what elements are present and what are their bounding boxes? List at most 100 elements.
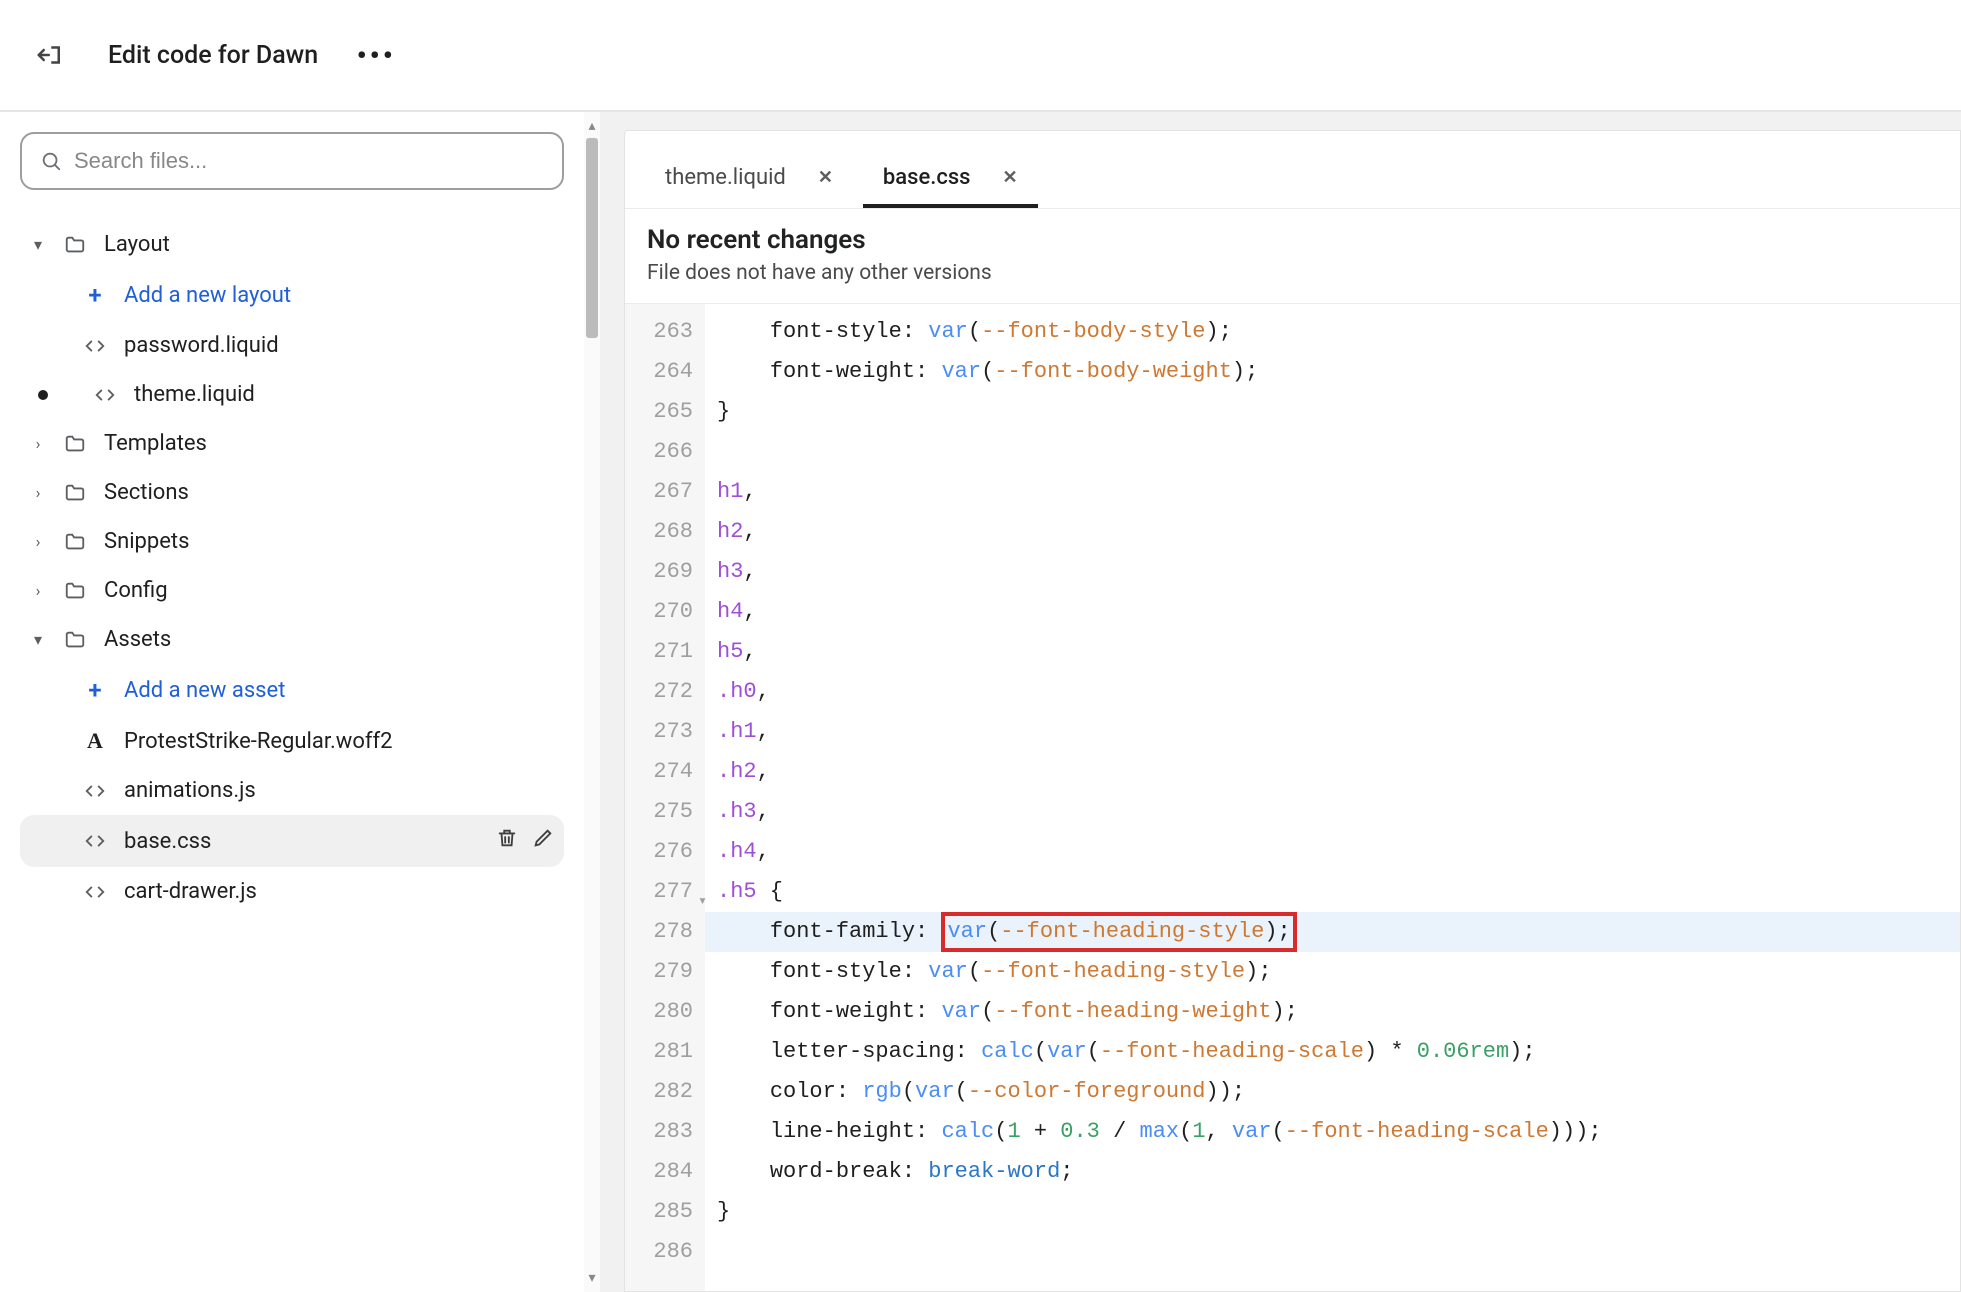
folder-icon xyxy=(62,580,88,602)
folder-icon xyxy=(62,482,88,504)
folder-snippets[interactable]: › Snippets xyxy=(20,517,564,566)
code-file-icon xyxy=(82,830,108,852)
sidebar-scrollbar[interactable]: ▴ ▾ xyxy=(584,112,600,1292)
folder-config[interactable]: › Config xyxy=(20,566,564,615)
file-tree-sidebar[interactable]: ▾ Layout + Add a new layout pa xyxy=(0,112,584,1292)
code-line[interactable]: h3, xyxy=(705,552,1960,592)
code-line[interactable]: .h2, xyxy=(705,752,1960,792)
line-number: 283 xyxy=(625,1112,705,1152)
code-line[interactable]: font-style: var(--font-heading-style); xyxy=(705,952,1960,992)
line-number: 266 xyxy=(625,432,705,472)
code-line[interactable]: .h1, xyxy=(705,712,1960,752)
code-content[interactable]: font-style: var(--font-body-style); font… xyxy=(705,304,1960,1291)
code-line[interactable]: font-weight: var(--font-heading-weight); xyxy=(705,992,1960,1032)
add-layout-button[interactable]: + Add a new layout xyxy=(20,269,564,321)
close-tab-button[interactable]: ✕ xyxy=(818,167,833,188)
code-line[interactable]: line-height: calc(1 + 0.3 / max(1, var(-… xyxy=(705,1112,1960,1152)
code-line[interactable]: .h5 { xyxy=(705,872,1960,912)
plus-icon: + xyxy=(82,281,108,309)
code-line[interactable]: word-break: break-word; xyxy=(705,1152,1960,1192)
tab-theme-liquid[interactable]: theme.liquid ✕ xyxy=(645,151,853,208)
line-number: 263 xyxy=(625,312,705,352)
line-number: 264 xyxy=(625,352,705,392)
topbar: Edit code for Dawn ••• xyxy=(0,0,1961,112)
file-cart-drawer-js[interactable]: cart-drawer.js xyxy=(20,867,564,916)
add-asset-button[interactable]: + Add a new asset xyxy=(20,664,564,716)
version-heading: No recent changes xyxy=(647,225,1938,255)
chevron-down-icon: ▾ xyxy=(30,235,46,254)
code-line[interactable]: h2, xyxy=(705,512,1960,552)
code-file-icon xyxy=(92,384,118,406)
code-line[interactable]: .h3, xyxy=(705,792,1960,832)
font-file-icon: A xyxy=(82,728,108,754)
code-line[interactable]: font-weight: var(--font-body-weight); xyxy=(705,352,1960,392)
line-number: 279 xyxy=(625,952,705,992)
close-tab-button[interactable]: ✕ xyxy=(1003,167,1018,188)
code-line[interactable]: h5, xyxy=(705,632,1960,672)
search-input[interactable] xyxy=(74,148,544,174)
file-password-liquid[interactable]: password.liquid xyxy=(20,321,564,370)
chevron-down-icon: ▾ xyxy=(30,630,46,649)
tab-label: theme.liquid xyxy=(665,165,786,190)
more-actions-button[interactable]: ••• xyxy=(358,37,394,73)
folder-label: Assets xyxy=(104,627,554,652)
version-subtext: File does not have any other versions xyxy=(647,261,1938,285)
chevron-right-icon: › xyxy=(30,434,46,453)
line-number: 281 xyxy=(625,1032,705,1072)
line-number-gutter: 2632642652662672682692702712722732742752… xyxy=(625,304,705,1291)
line-number: 282 xyxy=(625,1072,705,1112)
exit-editor-button[interactable] xyxy=(32,37,68,73)
folder-icon xyxy=(62,629,88,651)
delete-file-button[interactable] xyxy=(496,827,518,855)
file-label: theme.liquid xyxy=(134,382,554,407)
file-base-css[interactable]: base.css xyxy=(20,815,564,867)
file-label: ProtestStrike-Regular.woff2 xyxy=(124,729,554,754)
code-line[interactable]: color: rgb(var(--color-foreground)); xyxy=(705,1072,1960,1112)
scroll-down-icon[interactable]: ▾ xyxy=(588,1270,595,1286)
code-line[interactable]: h4, xyxy=(705,592,1960,632)
file-theme-liquid[interactable]: theme.liquid xyxy=(20,370,564,419)
code-line[interactable]: } xyxy=(705,1192,1960,1232)
file-proteststrike-woff2[interactable]: A ProtestStrike-Regular.woff2 xyxy=(20,716,564,766)
search-files-field[interactable] xyxy=(20,132,564,190)
line-number: 274 xyxy=(625,752,705,792)
scroll-thumb[interactable] xyxy=(586,138,598,338)
code-line[interactable]: letter-spacing: calc(var(--font-heading-… xyxy=(705,1032,1960,1072)
close-icon: ✕ xyxy=(818,167,833,188)
folder-icon xyxy=(62,433,88,455)
file-label: base.css xyxy=(124,829,480,854)
folder-templates[interactable]: › Templates xyxy=(20,419,564,468)
line-number: 272 xyxy=(625,672,705,712)
code-line[interactable]: font-family: var(--font-heading-style); xyxy=(705,912,1960,952)
scroll-up-icon[interactable]: ▴ xyxy=(588,118,595,134)
line-number: 269 xyxy=(625,552,705,592)
code-line[interactable] xyxy=(705,432,1960,472)
folder-sections[interactable]: › Sections xyxy=(20,468,564,517)
folder-assets[interactable]: ▾ Assets xyxy=(20,615,564,664)
code-line[interactable]: font-style: var(--font-body-style); xyxy=(705,312,1960,352)
file-label: animations.js xyxy=(124,778,554,803)
file-label: password.liquid xyxy=(124,333,554,358)
file-animations-js[interactable]: animations.js xyxy=(20,766,564,815)
folder-label: Sections xyxy=(104,480,554,505)
line-number: 286 xyxy=(625,1232,705,1272)
add-layout-label: Add a new layout xyxy=(124,283,554,308)
tab-base-css[interactable]: base.css ✕ xyxy=(863,151,1038,208)
editor-tabs: theme.liquid ✕ base.css ✕ xyxy=(625,131,1960,208)
line-number: 270 xyxy=(625,592,705,632)
code-line[interactable]: h1, xyxy=(705,472,1960,512)
chevron-right-icon: › xyxy=(30,483,46,502)
pencil-icon xyxy=(532,827,554,849)
code-line[interactable]: .h4, xyxy=(705,832,1960,872)
folder-layout[interactable]: ▾ Layout xyxy=(20,220,564,269)
code-line[interactable]: .h0, xyxy=(705,672,1960,712)
folder-icon xyxy=(62,234,88,256)
code-line[interactable] xyxy=(705,1232,1960,1272)
folder-label: Snippets xyxy=(104,529,554,554)
search-icon xyxy=(40,150,62,172)
folder-icon xyxy=(62,531,88,553)
folder-label: Templates xyxy=(104,431,554,456)
code-line[interactable]: } xyxy=(705,392,1960,432)
rename-file-button[interactable] xyxy=(532,827,554,855)
code-editor[interactable]: 2632642652662672682692702712722732742752… xyxy=(625,304,1960,1291)
